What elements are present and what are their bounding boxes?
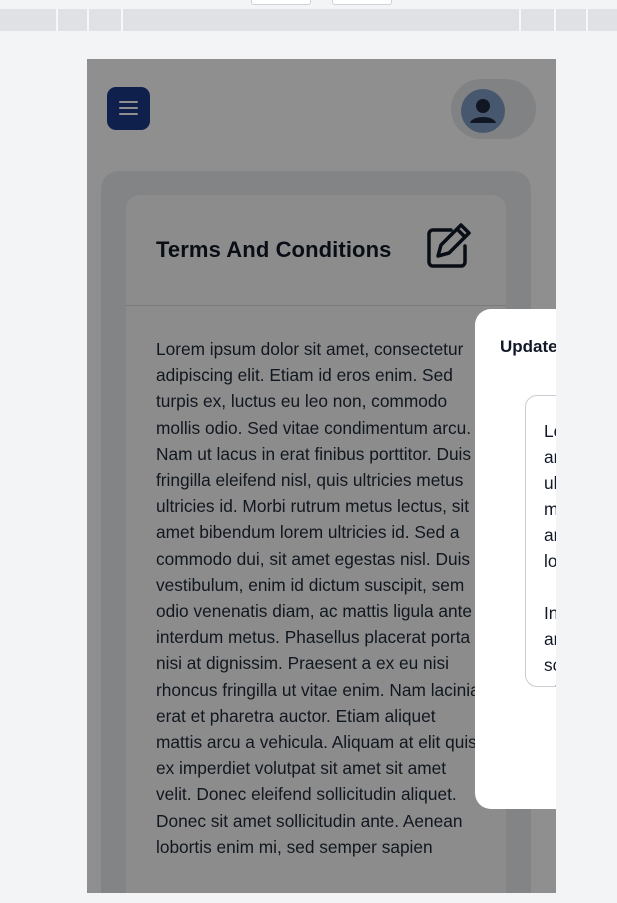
ruler-tick — [519, 9, 521, 31]
ruler-tick — [121, 9, 123, 31]
ruler-tick — [56, 9, 58, 31]
browser-tab[interactable] — [332, 0, 392, 5]
update-modal: Update Lo ar ul m ar lo In ar sc et — [475, 309, 556, 809]
ruler-tick — [554, 9, 556, 31]
ruler-bar — [0, 9, 617, 31]
terms-textarea[interactable]: Lo ar ul m ar lo In ar sc et — [525, 395, 556, 687]
ruler-tick — [586, 9, 588, 31]
device-viewport: Terms And Conditions Lorem ipsum dolor s… — [87, 59, 556, 893]
ruler-tick — [87, 9, 89, 31]
modal-title: Update — [500, 337, 556, 356]
textarea-content: Lo ar ul m ar lo In ar sc et — [544, 421, 556, 686]
browser-toolbar — [0, 0, 617, 32]
browser-tab[interactable] — [251, 0, 311, 5]
